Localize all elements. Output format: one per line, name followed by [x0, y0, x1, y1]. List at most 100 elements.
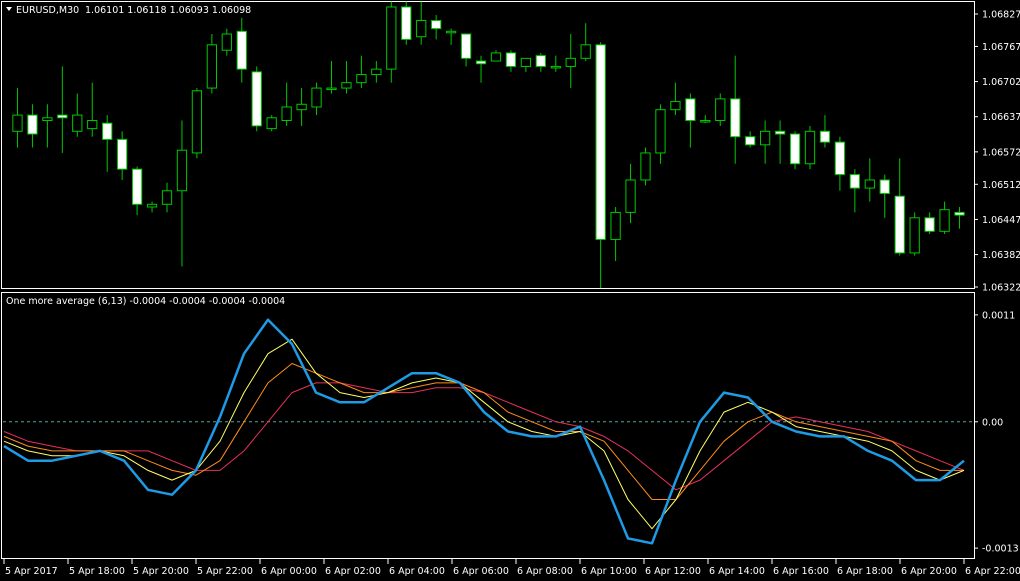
dropdown-triangle-icon[interactable]	[6, 7, 12, 11]
candle-body	[685, 98, 696, 121]
candle-body	[266, 117, 277, 130]
candle-body	[789, 133, 801, 165]
price-axis: 1.06827 1.06767 1.06702 1.06637 1.06572 1.065…	[974, 10, 1020, 294]
time-tick-label: 6 Apr 10:00	[581, 566, 637, 577]
candle-body	[670, 101, 681, 111]
candle-body	[700, 119, 711, 123]
candle-body	[804, 130, 816, 165]
candle-body	[894, 195, 905, 254]
candle-body	[550, 65, 561, 69]
candle-body	[655, 109, 666, 154]
price-tick-label: 1.06447	[982, 215, 1020, 226]
candle-body	[311, 87, 322, 108]
candle-body	[131, 168, 143, 205]
candle-body	[849, 174, 860, 189]
candle-body	[774, 130, 786, 135]
indicator-line-2	[3, 338, 965, 530]
candle-body	[909, 217, 920, 254]
indicator-panel-frame	[1, 292, 975, 559]
price-tick-label: 1.06702	[982, 77, 1020, 88]
candle-body	[72, 114, 83, 132]
price-tick-label: 1.06382	[982, 250, 1020, 261]
time-tick-label: 6 Apr 06:00	[453, 566, 509, 577]
candles-layer	[12, 1, 965, 289]
time-tick-label: 6 Apr 08:00	[517, 566, 573, 577]
chart-window[interactable]: EURUSD,M30 1.06101 1.06118 1.06093 1.060…	[0, 0, 1020, 581]
indicator-tick-label: 0.0011	[982, 310, 1015, 321]
candle-body	[745, 136, 756, 146]
candle-body	[251, 71, 262, 127]
time-axis: 5 Apr 2017 5 Apr 18:00 5 Apr 20:00 5 Apr 22…	[3, 559, 1020, 577]
candle-body	[460, 33, 472, 59]
price-tick-label: 1.06827	[982, 10, 1020, 21]
price-tick-label: 1.06512	[982, 180, 1020, 191]
candle-body	[146, 203, 158, 208]
candle-body	[401, 6, 412, 40]
candle-body	[520, 57, 532, 67]
indicator-label: One more average (6,13) -0.0004 -0.0004 …	[6, 296, 285, 307]
time-tick-label: 5 Apr 2017	[5, 566, 58, 577]
candle-body	[12, 114, 23, 132]
candle-body	[431, 19, 442, 30]
candle-body	[939, 209, 950, 232]
time-tick-label: 5 Apr 22:00	[197, 566, 253, 577]
candle-body	[87, 119, 98, 130]
candle-body	[326, 87, 337, 91]
candle-body	[819, 130, 831, 143]
price-tick-label: 1.06767	[982, 42, 1020, 53]
time-tick-label: 6 Apr 16:00	[773, 566, 829, 577]
indicator-tick-label: -0.0013	[982, 544, 1019, 555]
time-tick-label: 6 Apr 20:00	[901, 566, 957, 577]
time-tick-label: 5 Apr 18:00	[69, 566, 125, 577]
price-tick-label: 1.06322	[982, 283, 1020, 294]
candle-body	[924, 217, 935, 232]
candle-body	[475, 60, 487, 65]
candle-body	[221, 33, 232, 51]
candle-body	[236, 30, 247, 70]
symbol-label: EURUSD,M30	[16, 5, 79, 16]
candle-body	[27, 114, 38, 135]
candle-body	[759, 130, 771, 146]
price-tick-label: 1.06572	[982, 147, 1020, 158]
candle-body	[42, 117, 53, 121]
indicator-lines-layer	[3, 318, 973, 545]
candle-body	[625, 179, 636, 213]
candle-body	[57, 114, 68, 119]
time-tick-label: 6 Apr 22:00	[965, 566, 1020, 577]
time-tick-label: 6 Apr 12:00	[645, 566, 701, 577]
candle-body	[864, 179, 875, 189]
indicator-tick-label: 0.00	[982, 417, 1003, 428]
candle-body	[834, 141, 846, 176]
time-tick-label: 6 Apr 14:00	[709, 566, 765, 577]
time-tick-label: 6 Apr 02:00	[325, 566, 381, 577]
candle-body	[206, 44, 218, 89]
candle-body	[595, 44, 606, 240]
candle-body	[416, 19, 427, 38]
candle-body	[191, 90, 203, 154]
candle-body	[371, 68, 382, 76]
ohlc-readout: 1.06101 1.06118 1.06093 1.06098	[85, 5, 251, 16]
time-tick-label: 6 Apr 18:00	[837, 566, 893, 577]
candle-body	[580, 44, 591, 59]
candle-body	[356, 74, 367, 84]
candle-body	[490, 52, 502, 62]
candle-body	[281, 106, 292, 121]
candle-body	[565, 57, 576, 67]
candle-body	[715, 98, 726, 121]
price-panel-frame	[1, 1, 975, 289]
candle-body	[341, 82, 352, 89]
candle-body	[386, 6, 397, 70]
candle-body	[102, 122, 113, 140]
candle-body	[879, 179, 890, 194]
indicator-axis: 0.0011 0.00 -0.0013	[974, 310, 1019, 555]
candle-body	[610, 211, 621, 240]
candle-body	[954, 211, 965, 216]
candle-body	[117, 138, 128, 170]
candle-body	[296, 103, 307, 111]
candle-body	[505, 52, 517, 67]
candle-body	[161, 190, 173, 205]
candle-body	[730, 98, 741, 138]
chart-canvas[interactable]: EURUSD,M30 1.06101 1.06118 1.06093 1.060…	[0, 0, 1020, 581]
time-tick-label: 6 Apr 00:00	[261, 566, 317, 577]
price-tick-label: 1.06637	[982, 112, 1020, 123]
